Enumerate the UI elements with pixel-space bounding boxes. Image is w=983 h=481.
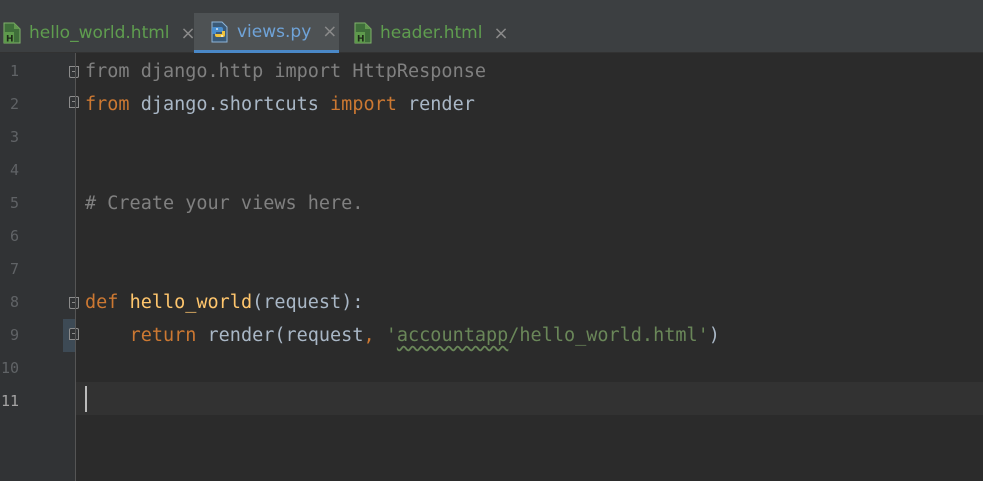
code-line-8: def hello_world(request):	[85, 286, 363, 319]
current-line-highlight	[76, 382, 983, 415]
function-params: (request):	[252, 292, 364, 313]
editor-tab-bar: H hello_world.html × views.py × H header…	[0, 13, 983, 53]
string-typo-segment: accountapp	[396, 325, 509, 346]
string-quote: '	[697, 325, 709, 346]
fold-collapse-icon[interactable]	[69, 66, 79, 78]
line-number: 2	[9, 95, 19, 113]
gutter-divider	[75, 53, 76, 481]
code-comment: # Create your views here.	[85, 193, 364, 214]
tab-label: header.html	[380, 23, 483, 43]
string-literal: /hello_world.html	[508, 325, 698, 346]
keyword-def: def	[85, 292, 119, 313]
comma: ,	[363, 325, 386, 346]
window-top-strip	[0, 0, 983, 13]
line-number-current: 11	[0, 392, 19, 410]
function-call: render(request	[196, 325, 364, 346]
keyword-from: from	[85, 94, 130, 115]
tab-label: views.py	[237, 21, 312, 42]
module-name: django.http	[129, 61, 275, 82]
keyword-import: import	[274, 61, 342, 82]
close-icon[interactable]: ×	[322, 21, 337, 42]
keyword-from: from	[85, 61, 130, 82]
line-number: 7	[9, 260, 19, 278]
function-name: hello_world	[129, 292, 253, 313]
fold-end-icon[interactable]	[69, 328, 79, 340]
line-number: 9	[9, 326, 19, 344]
code-editor[interactable]: 1 2 3 4 5 6 7 8 9 10 11 from django.http…	[0, 53, 983, 481]
python-file-icon	[209, 21, 231, 43]
module-name: django.shortcuts	[129, 94, 331, 115]
line-number: 1	[9, 62, 19, 80]
line-number: 3	[9, 128, 19, 146]
html-file-icon: H	[353, 22, 373, 45]
line-number-gutter: 1 2 3 4 5 6 7 8 9 10 11	[0, 53, 79, 481]
fold-end-icon[interactable]	[69, 96, 79, 108]
line-number: 4	[9, 161, 19, 179]
keyword-import: import	[330, 94, 397, 115]
code-line-5: # Create your views here.	[85, 187, 363, 220]
string-quote: '	[385, 325, 397, 346]
code-line-2: from django.shortcuts import render	[85, 88, 475, 121]
imported-name: HttpResponse	[341, 61, 486, 82]
text-caret	[85, 386, 87, 412]
line-number: 5	[9, 194, 19, 212]
line-number: 10	[0, 359, 19, 377]
keyword-return: return	[129, 325, 197, 346]
tab-hello-world-html[interactable]: H hello_world.html ×	[0, 13, 196, 53]
imported-name: render	[396, 94, 475, 115]
svg-text:H: H	[357, 35, 365, 45]
svg-text:H: H	[6, 35, 14, 45]
html-file-icon: H	[2, 22, 22, 45]
code-line-1: from django.http import HttpResponse	[85, 55, 486, 88]
fold-collapse-icon[interactable]	[69, 297, 79, 309]
close-icon[interactable]: ×	[493, 23, 508, 44]
tab-header-html[interactable]: H header.html ×	[340, 13, 510, 53]
line-number: 8	[9, 293, 19, 311]
code-line-9: return render(request, 'accountapp/hello…	[85, 319, 720, 352]
line-number: 6	[9, 227, 19, 245]
close-paren: )	[708, 325, 720, 346]
tab-label: hello_world.html	[29, 23, 170, 43]
tab-views-py[interactable]: views.py ×	[194, 13, 339, 53]
